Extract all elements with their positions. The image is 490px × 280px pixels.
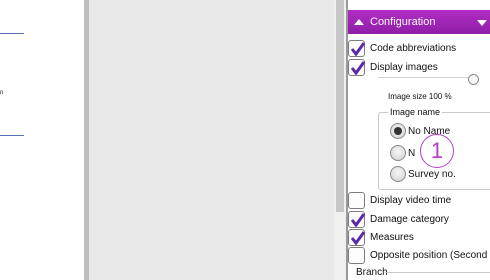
- checkbox-label: Damage category: [370, 213, 449, 225]
- checkbox-unchecked-icon[interactable]: [348, 246, 365, 264]
- document-rule-line: [0, 135, 24, 136]
- collapse-up-icon: [354, 19, 364, 25]
- branch-group-title: Branch: [356, 267, 388, 278]
- radio-label: N: [408, 147, 416, 159]
- scrollbar-thumb[interactable]: [336, 0, 344, 212]
- radio-unselected-icon[interactable]: [390, 145, 406, 161]
- radio-unselected-icon[interactable]: [390, 166, 406, 182]
- checkbox-label: Code abbreviations: [370, 42, 457, 54]
- checkbox-measures[interactable]: Measures: [348, 228, 490, 246]
- checkbox-unchecked-icon[interactable]: [348, 191, 365, 209]
- radio-selected-icon[interactable]: [390, 123, 406, 139]
- image-name-title: Image name: [388, 107, 443, 117]
- main-canvas: [89, 0, 334, 280]
- callout-number-badge: 1: [420, 134, 454, 168]
- vertical-scrollbar[interactable]: [334, 0, 346, 280]
- checkbox-checked-icon[interactable]: [348, 210, 366, 228]
- dropdown-arrow-icon[interactable]: [477, 20, 487, 26]
- checkbox-code-abbreviations[interactable]: Code abbreviations: [348, 39, 490, 57]
- image-size-slider-track[interactable]: [378, 77, 476, 78]
- checkbox-label: Measures: [370, 231, 414, 243]
- document-rule-line: [0, 33, 24, 34]
- checkbox-checked-icon[interactable]: [348, 58, 366, 76]
- checkbox-label: Display video time: [370, 194, 452, 206]
- document-preview-pane: n: [0, 0, 84, 280]
- checkbox-label: Display images: [370, 61, 438, 73]
- radio-label: Survey no.: [408, 168, 456, 180]
- checkbox-checked-icon[interactable]: [348, 39, 366, 57]
- checkbox-display-video-time[interactable]: Display video time: [348, 191, 490, 209]
- image-size-label: Image size 100 %: [388, 92, 452, 101]
- radio-survey-no[interactable]: Survey no.: [390, 165, 456, 183]
- configuration-header[interactable]: Configuration: [348, 10, 490, 34]
- checkbox-display-images[interactable]: Display images: [348, 58, 490, 76]
- checkbox-damage-category[interactable]: Damage category: [348, 210, 490, 228]
- document-text-fragment: n: [0, 90, 4, 96]
- radio-name-option[interactable]: N: [390, 144, 415, 162]
- configuration-title: Configuration: [370, 16, 436, 28]
- checkbox-label: Opposite position (Second: [370, 249, 488, 261]
- checkbox-checked-icon[interactable]: [348, 228, 366, 246]
- image-size-slider-thumb[interactable]: [468, 74, 479, 85]
- branch-group-border: [385, 272, 490, 273]
- checkbox-opposite-position[interactable]: Opposite position (Second: [348, 246, 490, 264]
